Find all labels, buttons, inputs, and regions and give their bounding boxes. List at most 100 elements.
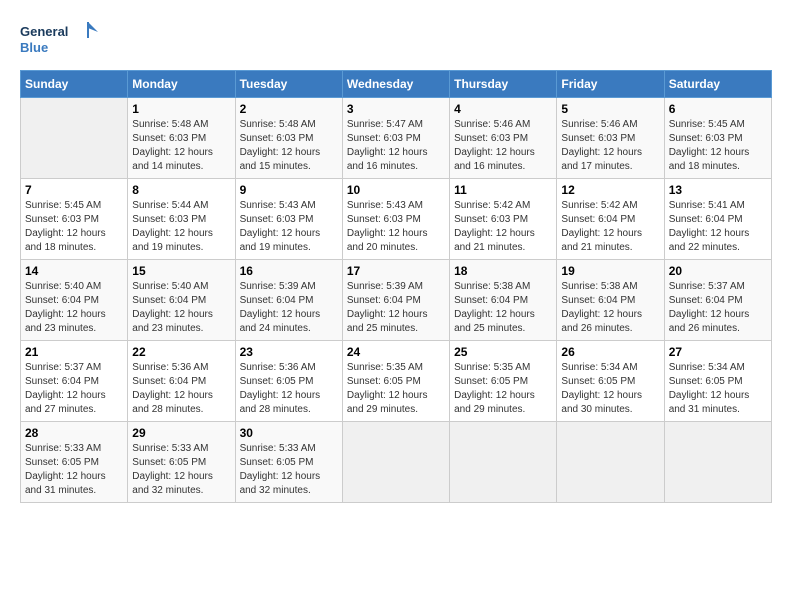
calendar-cell: 2Sunrise: 5:48 AMSunset: 6:03 PMDaylight… <box>235 98 342 179</box>
day-info: Sunrise: 5:46 AMSunset: 6:03 PMDaylight:… <box>561 118 659 174</box>
calendar-cell: 30Sunrise: 5:33 AMSunset: 6:05 PMDayligh… <box>235 422 342 503</box>
calendar-header-row: SundayMondayTuesdayWednesdayThursdayFrid… <box>21 71 772 98</box>
day-info: Sunrise: 5:42 AMSunset: 6:03 PMDaylight:… <box>454 199 552 255</box>
calendar-cell <box>557 422 664 503</box>
calendar-cell: 15Sunrise: 5:40 AMSunset: 6:04 PMDayligh… <box>128 260 235 341</box>
column-header-sunday: Sunday <box>21 71 128 98</box>
day-number: 17 <box>347 264 445 278</box>
calendar-cell: 25Sunrise: 5:35 AMSunset: 6:05 PMDayligh… <box>450 341 557 422</box>
calendar-cell: 24 Sunrise: 5:35 AMSunset: 6:05 PMDayligh… <box>342 341 449 422</box>
day-number: 24 <box>347 345 445 359</box>
column-header-saturday: Saturday <box>664 71 771 98</box>
column-header-wednesday: Wednesday <box>342 71 449 98</box>
day-number: 5 <box>561 102 659 116</box>
day-number: 4 <box>454 102 552 116</box>
logo: General Blue <box>20 20 100 60</box>
column-header-friday: Friday <box>557 71 664 98</box>
day-number: 1 <box>132 102 230 116</box>
day-info: Sunrise: 5:39 AMSunset: 6:04 PMDaylight:… <box>240 280 338 336</box>
day-number: 21 <box>25 345 123 359</box>
day-info: Sunrise: 5:40 AMSunset: 6:04 PMDaylight:… <box>132 280 230 336</box>
calendar-week-2: 7Sunrise: 5:45 AMSunset: 6:03 PMDaylight… <box>21 179 772 260</box>
calendar-cell: 29Sunrise: 5:33 AMSunset: 6:05 PMDayligh… <box>128 422 235 503</box>
calendar-cell: 8 Sunrise: 5:44 AMSunset: 6:03 PMDaylight… <box>128 179 235 260</box>
calendar-cell <box>450 422 557 503</box>
day-info: Sunrise: 5:38 AMSunset: 6:04 PMDaylight:… <box>454 280 552 336</box>
calendar-cell: 12 Sunrise: 5:42 AMSunset: 6:04 PMDayligh… <box>557 179 664 260</box>
column-header-monday: Monday <box>128 71 235 98</box>
calendar-cell: 17 Sunrise: 5:39 AMSunset: 6:04 PMDayligh… <box>342 260 449 341</box>
column-header-thursday: Thursday <box>450 71 557 98</box>
calendar-cell <box>21 98 128 179</box>
day-number: 29 <box>132 426 230 440</box>
day-number: 30 <box>240 426 338 440</box>
day-number: 13 <box>669 183 767 197</box>
calendar-week-4: 21 Sunrise: 5:37 AMSunset: 6:04 PMDayligh… <box>21 341 772 422</box>
day-info: Sunrise: 5:46 AMSunset: 6:03 PMDaylight:… <box>454 118 552 174</box>
calendar-week-1: 1Sunrise: 5:48 AMSunset: 6:03 PMDaylight… <box>21 98 772 179</box>
calendar-cell: 10 Sunrise: 5:43 AMSunset: 6:03 PMDayligh… <box>342 179 449 260</box>
calendar-cell: 26 Sunrise: 5:34 AMSunset: 6:05 PMDayligh… <box>557 341 664 422</box>
calendar-cell: 28 Sunrise: 5:33 AMSunset: 6:05 PMDayligh… <box>21 422 128 503</box>
day-number: 18 <box>454 264 552 278</box>
day-info: Sunrise: 5:36 AMSunset: 6:04 PMDaylight:… <box>132 361 230 417</box>
day-number: 16 <box>240 264 338 278</box>
day-number: 2 <box>240 102 338 116</box>
calendar-cell: 18 Sunrise: 5:38 AMSunset: 6:04 PMDayligh… <box>450 260 557 341</box>
day-info: Sunrise: 5:44 AMSunset: 6:03 PMDaylight:… <box>132 199 230 255</box>
calendar-cell: 20 Sunrise: 5:37 AMSunset: 6:04 PMDayligh… <box>664 260 771 341</box>
day-number: 26 <box>561 345 659 359</box>
day-info: Sunrise: 5:37 AMSunset: 6:04 PMDaylight:… <box>25 361 123 417</box>
calendar-cell: 14 Sunrise: 5:40 AMSunset: 6:04 PMDayligh… <box>21 260 128 341</box>
svg-text:Blue: Blue <box>20 40 48 55</box>
calendar-cell: 13 Sunrise: 5:41 AMSunset: 6:04 PMDayligh… <box>664 179 771 260</box>
svg-text:General: General <box>20 24 68 39</box>
calendar-cell: 6 Sunrise: 5:45 AMSunset: 6:03 PMDaylight… <box>664 98 771 179</box>
day-number: 19 <box>561 264 659 278</box>
calendar-cell <box>664 422 771 503</box>
day-number: 7 <box>25 183 123 197</box>
day-number: 14 <box>25 264 123 278</box>
day-number: 10 <box>347 183 445 197</box>
day-number: 28 <box>25 426 123 440</box>
calendar-cell: 11 Sunrise: 5:42 AMSunset: 6:03 PMDayligh… <box>450 179 557 260</box>
day-info: Sunrise: 5:42 AMSunset: 6:04 PMDaylight:… <box>561 199 659 255</box>
day-number: 9 <box>240 183 338 197</box>
calendar-cell: 22 Sunrise: 5:36 AMSunset: 6:04 PMDayligh… <box>128 341 235 422</box>
calendar-cell: 9 Sunrise: 5:43 AMSunset: 6:03 PMDaylight… <box>235 179 342 260</box>
calendar-week-3: 14 Sunrise: 5:40 AMSunset: 6:04 PMDayligh… <box>21 260 772 341</box>
day-number: 23 <box>240 345 338 359</box>
day-info: Sunrise: 5:33 AMSunset: 6:05 PMDaylight:… <box>25 442 123 498</box>
calendar-cell: 1Sunrise: 5:48 AMSunset: 6:03 PMDaylight… <box>128 98 235 179</box>
day-number: 22 <box>132 345 230 359</box>
day-info: Sunrise: 5:34 AMSunset: 6:05 PMDaylight:… <box>561 361 659 417</box>
day-number: 6 <box>669 102 767 116</box>
day-info: Sunrise: 5:37 AMSunset: 6:04 PMDaylight:… <box>669 280 767 336</box>
day-info: Sunrise: 5:40 AMSunset: 6:04 PMDaylight:… <box>25 280 123 336</box>
day-info: Sunrise: 5:41 AMSunset: 6:04 PMDaylight:… <box>669 199 767 255</box>
day-number: 20 <box>669 264 767 278</box>
calendar-cell: 5 Sunrise: 5:46 AMSunset: 6:03 PMDaylight… <box>557 98 664 179</box>
day-info: Sunrise: 5:38 AMSunset: 6:04 PMDaylight:… <box>561 280 659 336</box>
day-info: Sunrise: 5:35 AMSunset: 6:05 PMDaylight:… <box>347 361 445 417</box>
calendar-cell: 27 Sunrise: 5:34 AMSunset: 6:05 PMDayligh… <box>664 341 771 422</box>
calendar-cell: 21 Sunrise: 5:37 AMSunset: 6:04 PMDayligh… <box>21 341 128 422</box>
day-info: Sunrise: 5:39 AMSunset: 6:04 PMDaylight:… <box>347 280 445 336</box>
day-number: 12 <box>561 183 659 197</box>
day-number: 11 <box>454 183 552 197</box>
day-info: Sunrise: 5:34 AMSunset: 6:05 PMDaylight:… <box>669 361 767 417</box>
calendar-cell: 4 Sunrise: 5:46 AMSunset: 6:03 PMDaylight… <box>450 98 557 179</box>
day-info: Sunrise: 5:35 AMSunset: 6:05 PMDaylight:… <box>454 361 552 417</box>
day-number: 27 <box>669 345 767 359</box>
day-info: Sunrise: 5:43 AMSunset: 6:03 PMDaylight:… <box>240 199 338 255</box>
calendar-cell <box>342 422 449 503</box>
day-info: Sunrise: 5:43 AMSunset: 6:03 PMDaylight:… <box>347 199 445 255</box>
column-header-tuesday: Tuesday <box>235 71 342 98</box>
day-info: Sunrise: 5:45 AMSunset: 6:03 PMDaylight:… <box>669 118 767 174</box>
day-number: 3 <box>347 102 445 116</box>
day-number: 8 <box>132 183 230 197</box>
calendar-week-5: 28 Sunrise: 5:33 AMSunset: 6:05 PMDayligh… <box>21 422 772 503</box>
logo-svg: General Blue <box>20 20 100 60</box>
calendar-cell: 23Sunrise: 5:36 AMSunset: 6:05 PMDayligh… <box>235 341 342 422</box>
calendar-cell: 7Sunrise: 5:45 AMSunset: 6:03 PMDaylight… <box>21 179 128 260</box>
